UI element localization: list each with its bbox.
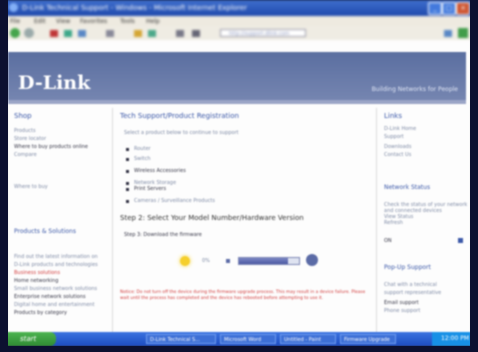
bezel-left — [0, 0, 8, 352]
left-text: D-Link products and technologies — [14, 262, 98, 268]
left-link[interactable]: Digital home and entertainment — [14, 302, 95, 308]
popup-link[interactable]: Email support — [384, 300, 419, 306]
right-link[interactable]: Contact Us — [384, 152, 411, 158]
popup-text: Chat with a technical — [384, 282, 437, 288]
left-link[interactable]: Products — [14, 128, 36, 134]
left-text: Find out the latest information on — [14, 254, 98, 260]
bullet — [126, 170, 129, 173]
status-link[interactable]: Refresh — [384, 220, 403, 226]
main-content: Tech Support/Product Registration Select… — [116, 108, 378, 344]
bullet — [126, 182, 129, 185]
right-link[interactable]: Downloads — [384, 144, 411, 150]
left-link[interactable]: Enterprise network solutions — [14, 294, 86, 300]
bullet — [126, 148, 129, 151]
sun-icon — [180, 256, 190, 266]
intro-text: Select a product below to continue to su… — [124, 130, 239, 136]
status-heading: Network Status — [384, 184, 431, 191]
page-title: Tech Support/Product Registration — [120, 112, 239, 120]
product-link[interactable]: Switch — [134, 156, 151, 162]
arrow-icon — [226, 259, 230, 263]
popup-link[interactable]: Phone support — [384, 308, 420, 314]
shop-heading: Shop — [14, 112, 32, 120]
left-link[interactable]: Store locator — [14, 136, 46, 142]
left-sidebar: Shop Products Store locator Where to buy… — [10, 108, 110, 344]
product-link[interactable]: Print Servers — [134, 186, 166, 192]
dlink-logo[interactable]: D-Link — [18, 72, 90, 94]
browser-viewport: D-Link Building Networks for People Shop… — [6, 0, 472, 346]
product-link[interactable]: Cameras / Surveillance Products — [134, 198, 215, 204]
bezel-bottom — [0, 346, 478, 352]
warning-notice: Notice: Do not turn off the device durin… — [120, 290, 366, 301]
clock: 12:00 PM — [432, 332, 472, 346]
products-heading: Products & Solutions — [14, 228, 76, 235]
left-link[interactable]: Where to buy products online — [14, 144, 88, 150]
popup-heading: Pop-Up Support — [384, 264, 431, 271]
bezel-right — [470, 0, 478, 352]
firmware-heading: Step 2: Select Your Model Number/Hardwar… — [120, 214, 304, 222]
firmware-text: Step 3: Download the firmware — [124, 232, 202, 238]
stop-button[interactable] — [306, 254, 318, 266]
left-link[interactable]: Business solutions — [14, 270, 60, 276]
taskbar-item[interactable]: Firmware Upgrade — [340, 334, 396, 344]
progress-label: 0% — [202, 258, 210, 264]
left-link[interactable]: Home networking — [14, 278, 58, 284]
left-link[interactable]: Products by category — [14, 310, 67, 316]
taskbar-item[interactable]: Microsoft Word — [220, 334, 276, 344]
right-link[interactable]: D-Link Home — [384, 126, 416, 132]
divider — [112, 108, 113, 338]
bullet — [126, 188, 129, 191]
bullet — [126, 200, 129, 203]
right-link[interactable]: Support — [384, 134, 404, 140]
links-heading: Links — [384, 112, 402, 120]
header-tagline: Building Networks for People — [371, 86, 458, 93]
left-link[interactable]: Small business network solutions — [14, 286, 97, 292]
taskbar-item[interactable]: D-Link Technical S... — [146, 334, 216, 344]
left-link[interactable]: Where to buy — [14, 184, 48, 190]
bullet — [126, 158, 129, 161]
status-value: ON — [384, 238, 392, 244]
start-button[interactable]: start — [6, 332, 56, 346]
nav-strip — [8, 100, 466, 104]
product-link[interactable]: Router — [134, 146, 151, 152]
dlink-header: D-Link Building Networks for People — [8, 52, 466, 100]
status-arrow-icon[interactable] — [458, 238, 463, 243]
progress-bar — [238, 257, 300, 265]
progress-fill — [239, 258, 289, 264]
taskbar-item[interactable]: Untitled - Paint — [280, 334, 336, 344]
product-link[interactable]: Wireless Accessories — [134, 168, 186, 174]
taskbar: start D-Link Technical S... Microsoft Wo… — [6, 332, 472, 346]
right-sidebar: Links D-Link Home Support Downloads Cont… — [380, 108, 472, 344]
left-link[interactable]: Compare — [14, 152, 37, 158]
popup-text: support representative — [384, 290, 442, 296]
